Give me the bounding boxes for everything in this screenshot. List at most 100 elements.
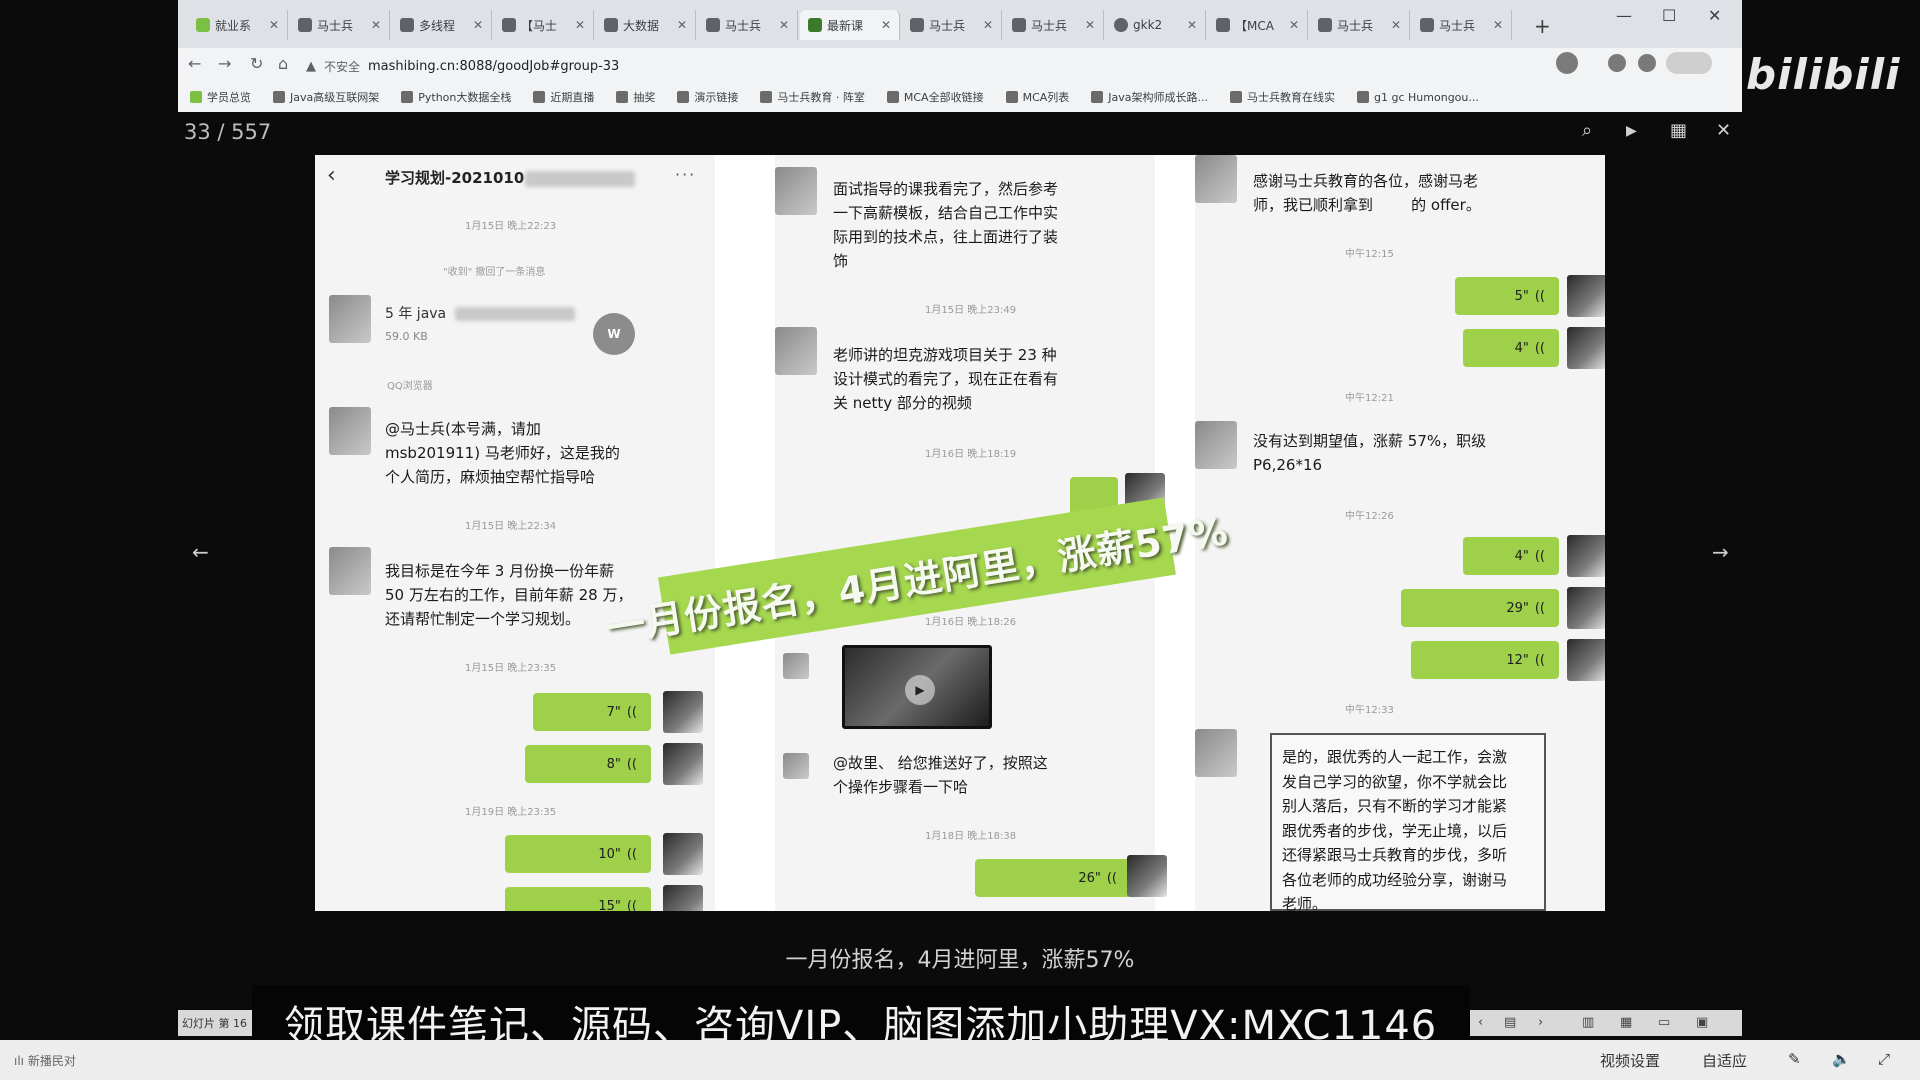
maximize-icon[interactable]: ☐	[1662, 6, 1676, 25]
chat-title: 学习规划-2021010	[385, 169, 525, 187]
slide-number: 幻灯片 第 16	[182, 1017, 247, 1030]
tab[interactable]: gkk2 ✕	[1106, 10, 1206, 40]
warning-icon: ▲	[306, 58, 316, 74]
fullscreen-icon[interactable]: ⤢	[1878, 1050, 1890, 1068]
bookmark[interactable]: Java高级互联网架	[273, 89, 379, 105]
fit-button[interactable]: 自适应	[1702, 1050, 1747, 1071]
close-icon[interactable]: ✕	[1289, 18, 1299, 32]
bookmark[interactable]: 演示链接	[677, 89, 738, 105]
tab-active[interactable]: 最新课 ✕	[800, 10, 900, 40]
update-button[interactable]	[1666, 52, 1712, 74]
home-icon[interactable]: ⌂	[278, 54, 288, 73]
tab-label: 多线程	[419, 18, 456, 33]
bookmark[interactable]: 马士兵教育在线实	[1230, 89, 1335, 105]
bookmark[interactable]: Java架构师成长路...	[1091, 89, 1208, 105]
voice-duration: 5"	[1514, 288, 1529, 304]
tab[interactable]: 马士兵 ✕	[290, 10, 390, 40]
close-icon[interactable]: ✕	[371, 18, 381, 32]
browser-window: 就业系 ✕ 马士兵 ✕ 多线程 ✕ 【马士 ✕ 大数据 ✕ 马士兵 ✕ 最新课 ✕ 马士兵 ✕ …	[178, 0, 1742, 112]
grid-icon[interactable]: ▦	[1670, 120, 1687, 141]
bookmark[interactable]: 马士兵教育 · 阵室	[760, 89, 865, 105]
sorter-view-icon[interactable]: ▦	[1620, 1015, 1632, 1030]
zoom-icon[interactable]: ⌕	[1582, 120, 1592, 141]
danmaku-icon[interactable]: ✎	[1788, 1050, 1801, 1068]
redacted-block	[525, 171, 635, 187]
close-icon[interactable]: ✕	[983, 18, 993, 32]
tab-label: 【MCA	[1235, 18, 1274, 33]
extension-icon[interactable]	[1556, 52, 1578, 74]
tab[interactable]: 马士兵 ✕	[1412, 10, 1512, 40]
next-slide-icon[interactable]: ›	[1538, 1015, 1543, 1030]
voice-message: 8" ((	[525, 745, 651, 783]
favicon-icon	[400, 18, 414, 32]
bilibili-logo: bilibili	[1746, 50, 1901, 99]
reload-icon[interactable]: ↻	[250, 54, 263, 73]
tab[interactable]: 就业系 ✕	[188, 10, 288, 40]
close-icon[interactable]: ✕	[677, 18, 687, 32]
image-viewer-toolbar: 33 / 557 ⌕ ▶ ▦ ✕	[178, 112, 1742, 152]
new-tab-button[interactable]: +	[1534, 14, 1551, 38]
bookmark-label: 马士兵教育在线实	[1247, 91, 1336, 104]
address-bar-row: ← → ↻ ⌂ ▲ 不安全 mashibing.cn:8088/goodJob#…	[178, 48, 1742, 82]
close-icon[interactable]: ✕	[575, 18, 585, 32]
word-file-icon: W	[593, 313, 635, 355]
volume-icon[interactable]: 🔈	[1832, 1050, 1851, 1068]
profile-icon[interactable]	[1638, 54, 1656, 72]
source-label: QQ浏览器	[387, 381, 433, 392]
bookmark[interactable]: 学员总览	[190, 89, 251, 105]
tab[interactable]: 马士兵 ✕	[1310, 10, 1410, 40]
avatar	[775, 167, 817, 215]
bookmark[interactable]: MCA全部收链接	[886, 89, 984, 105]
bookmark[interactable]: g1 gc Humongou...	[1357, 91, 1479, 104]
video-settings-button[interactable]: 视频设置	[1600, 1050, 1660, 1071]
close-icon[interactable]: ✕	[1716, 120, 1731, 141]
tab[interactable]: 马士兵 ✕	[902, 10, 1002, 40]
close-icon[interactable]: ✕	[473, 18, 483, 32]
bookmark[interactable]: 近期直播	[533, 89, 594, 105]
prev-arrow-icon[interactable]: ←	[192, 540, 209, 564]
bookmark[interactable]: MCA列表	[1005, 89, 1069, 105]
timestamp: 中午12:26	[1345, 511, 1394, 522]
close-icon[interactable]: ✕	[1085, 18, 1095, 32]
prev-slide-icon[interactable]: ‹	[1478, 1015, 1483, 1030]
tab[interactable]: 【马士 ✕	[494, 10, 594, 40]
close-window-icon[interactable]: ✕	[1708, 6, 1721, 25]
tab[interactable]: 【MCA ✕	[1208, 10, 1308, 40]
voice-duration: 26"	[1078, 870, 1101, 886]
tab[interactable]: 多线程 ✕	[392, 10, 492, 40]
voice-wave-icon: ((	[626, 846, 637, 862]
tab[interactable]: 马士兵 ✕	[1004, 10, 1104, 40]
url-input[interactable]: ▲ 不安全 mashibing.cn:8088/goodJob#group-33	[306, 54, 1286, 78]
close-icon[interactable]: ✕	[1493, 18, 1503, 32]
chat-message: 老师讲的坦克游戏项目关于 23 种 设计模式的看完了，现在正在看有 关 nett…	[833, 346, 1059, 412]
slideshow-icon[interactable]: ▣	[1696, 1015, 1708, 1030]
tab-label: 马士兵	[929, 18, 966, 33]
tab[interactable]: 大数据 ✕	[596, 10, 696, 40]
puzzle-icon[interactable]	[1608, 54, 1626, 72]
tab[interactable]: 马士兵 ✕	[698, 10, 798, 40]
avatar	[1567, 639, 1605, 681]
bookmark-icon	[401, 91, 414, 103]
favicon-icon	[196, 18, 210, 32]
close-icon[interactable]: ✕	[269, 18, 279, 32]
forward-icon[interactable]: →	[218, 54, 231, 73]
close-icon[interactable]: ✕	[779, 18, 789, 32]
bookmark-icon	[1091, 91, 1104, 103]
reading-view-icon[interactable]: ▭	[1658, 1015, 1670, 1030]
bookmark[interactable]: 抽奖	[616, 89, 655, 105]
bookmark[interactable]: Python大数据全栈	[401, 89, 511, 105]
close-icon[interactable]: ✕	[1187, 18, 1197, 32]
voice-message: 15" ((	[505, 887, 651, 911]
next-arrow-icon[interactable]: →	[1712, 540, 1729, 564]
video-frame: 就业系 ✕ 马士兵 ✕ 多线程 ✕ 【马士 ✕ 大数据 ✕ 马士兵 ✕ 最新课 ✕ 马士兵 ✕ …	[0, 0, 1920, 1080]
close-icon[interactable]: ✕	[881, 18, 891, 32]
normal-view-icon[interactable]: ▥	[1582, 1015, 1594, 1030]
minimize-icon[interactable]: —	[1616, 6, 1632, 25]
close-icon[interactable]: ✕	[1391, 18, 1401, 32]
slide-icon[interactable]: ▤	[1504, 1015, 1516, 1030]
chat-message: 是的，跟优秀的人一起工作，会激 发自己学习的欲望，你不学就会比 别人落后，只有不…	[1282, 748, 1508, 911]
back-icon[interactable]: ←	[188, 54, 201, 73]
play-icon[interactable]: ▶	[1626, 123, 1637, 139]
voice-wave-icon: ((	[1534, 340, 1545, 356]
timestamp: 1月15日 晚上22:34	[465, 521, 557, 532]
